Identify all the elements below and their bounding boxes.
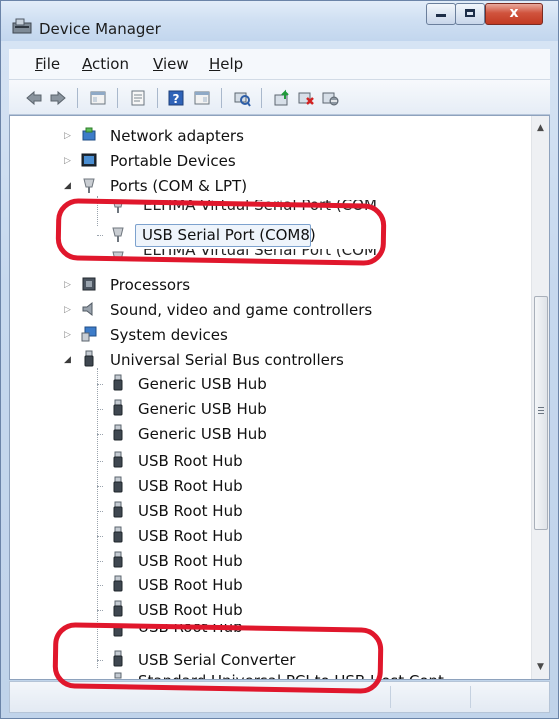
usb-plug-icon (113, 451, 123, 468)
tree-item-processors[interactable]: ▷ Processors (62, 274, 462, 296)
toolbar: ? (9, 80, 550, 115)
tree-line (97, 409, 103, 411)
close-icon: x (509, 5, 519, 21)
usb-plug-icon (113, 526, 123, 543)
tree-item-ports[interactable]: ◢ Ports (COM & LPT) (62, 175, 462, 197)
annotation-circle-serial-port (55, 198, 387, 266)
window-title: Device Manager (39, 20, 161, 38)
collapse-arrow-icon[interactable]: ◢ (64, 181, 72, 191)
menu-view[interactable]: View (153, 55, 189, 73)
expand-arrow-icon[interactable]: ▷ (64, 156, 72, 166)
menu-action[interactable]: Action (82, 55, 129, 73)
help-icon[interactable]: ? (167, 89, 185, 107)
tree-item-usb-child[interactable]: USB Root Hub (97, 500, 425, 522)
expand-arrow-icon[interactable]: ▷ (64, 131, 72, 141)
usb-plug-icon (113, 399, 123, 416)
back-arrow-icon[interactable] (25, 89, 43, 107)
scan-hardware-changes-icon[interactable] (233, 89, 251, 107)
disable-icon[interactable] (321, 89, 339, 107)
menu-help[interactable]: Help (209, 55, 243, 73)
properties-icon[interactable] (129, 89, 147, 107)
usb-plug-icon (113, 424, 123, 441)
toolbar-separator (157, 88, 158, 108)
collapse-arrow-icon[interactable]: ◢ (64, 355, 72, 365)
portable-device-icon (81, 153, 97, 167)
usb-plug-icon (84, 350, 94, 367)
title-bar[interactable]: Device Manager x (1, 1, 558, 41)
speaker-icon (82, 301, 93, 317)
menu-bar: File Action View Help (9, 49, 550, 80)
minimize-icon (436, 14, 446, 17)
usb-plug-icon (113, 600, 123, 617)
scrollbar-thumb[interactable] (534, 296, 548, 530)
device-manager-window: Device Manager x File Action View Help ?… (0, 0, 559, 719)
close-button[interactable]: x (485, 3, 543, 25)
usb-plug-icon (113, 575, 123, 592)
tree-item-usb-child[interactable]: USB Root Hub (97, 550, 425, 572)
vertical-scrollbar[interactable]: ▲ ▼ (531, 116, 549, 679)
forward-arrow-icon[interactable] (49, 89, 67, 107)
usb-plug-icon (113, 476, 123, 493)
expand-arrow-icon[interactable]: ▷ (64, 330, 72, 340)
usb-plug-icon (113, 374, 123, 391)
tree-item-usb-child[interactable]: USB Root Hub (97, 525, 425, 547)
menu-file[interactable]: File (35, 55, 60, 73)
tree-item-usb-child[interactable]: USB Root Hub (97, 574, 425, 596)
processor-chip-icon (82, 277, 96, 291)
uninstall-icon[interactable] (297, 89, 315, 107)
svg-text:?: ? (173, 92, 180, 106)
tree-line (97, 434, 103, 436)
device-manager-icon (12, 18, 32, 34)
tree-item-usb-child[interactable]: USB Root Hub (97, 599, 425, 621)
minimize-button[interactable] (426, 3, 456, 25)
tree-item-sound-video-game[interactable]: ▷ Sound, video and game controllers (62, 299, 462, 321)
tree-item-portable-devices[interactable]: ▷ Portable Devices (62, 150, 462, 172)
tree-line (97, 585, 103, 587)
show-hide-console-tree-icon[interactable] (89, 89, 107, 107)
expand-arrow-icon[interactable]: ▷ (64, 305, 72, 315)
maximize-icon (465, 9, 475, 17)
tree-item-usb-child[interactable]: Generic USB Hub (97, 423, 425, 445)
action-pane-icon[interactable] (193, 89, 211, 107)
update-driver-icon[interactable] (273, 89, 291, 107)
expand-arrow-icon[interactable]: ▷ (64, 280, 72, 290)
scroll-up-arrow-icon[interactable]: ▲ (532, 120, 549, 137)
system-computer-icon (81, 326, 97, 342)
port-connector-icon (83, 178, 95, 193)
toolbar-separator (117, 88, 118, 108)
toolbar-separator (77, 88, 78, 108)
toolbar-separator (221, 88, 222, 108)
tree-line (97, 610, 103, 612)
tree-item-system-devices[interactable]: ▷ System devices (62, 324, 462, 346)
maximize-button[interactable] (455, 3, 485, 25)
tree-line (97, 486, 103, 488)
status-divider (470, 686, 472, 708)
tree-item-usb-child[interactable]: USB Root Hub (97, 475, 425, 497)
tree-item-network-adapters[interactable]: ▷ Network adapters (62, 125, 462, 147)
tree-line (97, 561, 103, 563)
toolbar-separator (261, 88, 262, 108)
usb-plug-icon (113, 551, 123, 568)
grip-icon (538, 407, 544, 408)
network-adapter-icon (82, 127, 96, 141)
tree-item-usb-child[interactable]: USB Root Hub (97, 450, 425, 472)
tree-item-usb-child[interactable]: Generic USB Hub (97, 373, 425, 395)
scroll-down-arrow-icon[interactable]: ▼ (532, 659, 549, 676)
tree-line (97, 384, 103, 386)
usb-plug-icon (113, 501, 123, 518)
status-divider (390, 686, 392, 708)
tree-line (97, 536, 103, 538)
tree-line (97, 461, 103, 463)
tree-line (97, 511, 103, 513)
tree-item-usb-child[interactable]: Generic USB Hub (97, 398, 425, 420)
tree-item-usb-controllers[interactable]: ◢ Universal Serial Bus controllers (62, 349, 462, 371)
annotation-circle-serial-converter (52, 622, 384, 694)
